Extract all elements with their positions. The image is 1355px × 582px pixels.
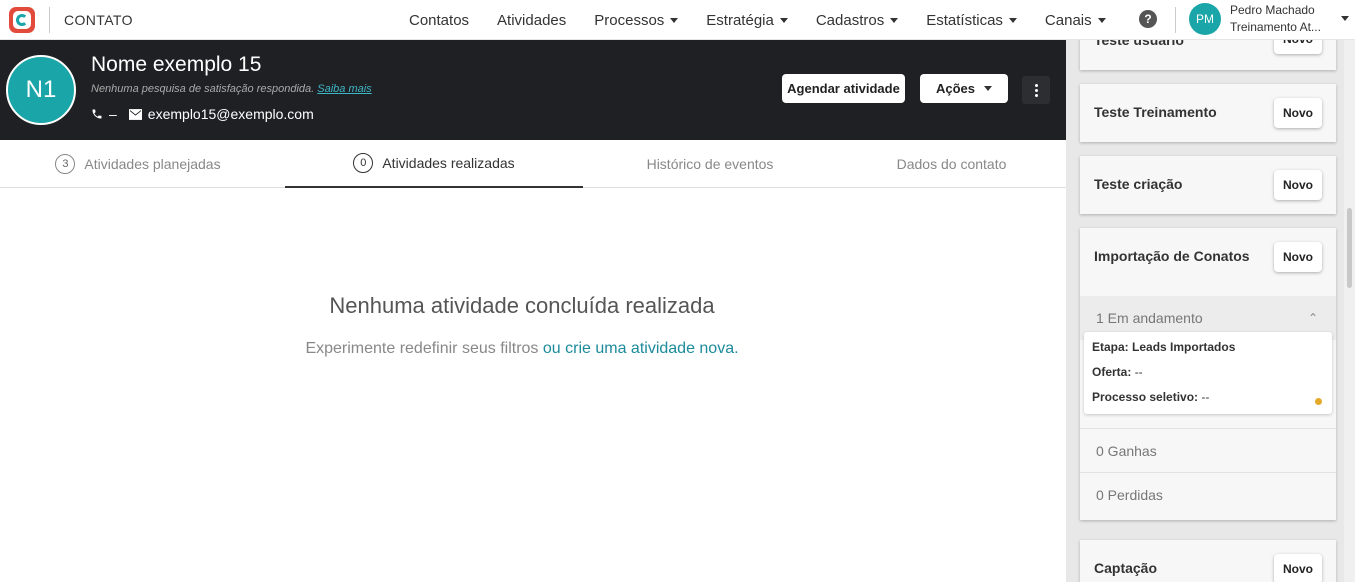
caret-down-icon — [779, 17, 788, 23]
main-nav: Contatos Atividades Processos Estratégia… — [395, 0, 1120, 40]
survey-status: Nenhuma pesquisa de satisfação respondid… — [91, 83, 372, 95]
user-name: Pedro Machado — [1230, 3, 1315, 17]
new-deal-button[interactable]: Novo — [1274, 554, 1322, 582]
create-activity-link[interactable]: ou crie uma atividade nova. — [543, 340, 739, 357]
deal-stage: Etapa: Leads Importados — [1092, 340, 1236, 354]
new-deal-button[interactable]: Novo — [1274, 170, 1322, 200]
survey-learn-more-link[interactable]: Saiba mais — [317, 83, 371, 95]
process-card-title: Captação — [1094, 560, 1158, 576]
actions-dropdown-button[interactable]: Ações — [920, 74, 1008, 103]
caret-down-icon — [890, 17, 899, 23]
divider — [1175, 7, 1176, 33]
tab-count-badge: 3 — [55, 154, 76, 174]
page-section-title: CONTATO — [64, 11, 133, 28]
contact-tabs: 3 Atividades planejadas 0 Atividades rea… — [0, 140, 1066, 188]
process-card: Teste Treinamento Novo — [1080, 84, 1336, 142]
caret-down-icon — [670, 17, 679, 23]
help-icon[interactable]: ? — [1139, 10, 1157, 28]
user-menu[interactable]: Pedro Machado Treinamento At... — [1230, 2, 1321, 36]
contact-name: Nome exemplo 15 — [91, 53, 262, 76]
contact-email: exemplo15@exemplo.com — [147, 106, 314, 122]
more-options-icon[interactable] — [1022, 76, 1050, 104]
schedule-activity-button[interactable]: Agendar atividade — [782, 74, 905, 103]
side-panel-scrollbar[interactable] — [1344, 40, 1355, 582]
process-card: Captação Novo — [1080, 540, 1336, 582]
scrollbar-thumb[interactable] — [1347, 208, 1352, 288]
user-org: Treinamento At... — [1230, 20, 1321, 34]
contact-avatar: N1 — [6, 55, 76, 125]
deal-process: Processo seletivo: -- — [1092, 390, 1210, 404]
process-card-title: Teste usuário — [1094, 40, 1184, 48]
nav-estatisticas[interactable]: Estatísticas — [912, 12, 1031, 29]
user-avatar[interactable]: PM — [1189, 3, 1221, 35]
new-deal-button[interactable]: Novo — [1274, 98, 1322, 128]
process-card-title: Importação de Conatos — [1094, 248, 1250, 264]
nav-contatos[interactable]: Contatos — [395, 12, 483, 29]
empty-state-title: Nenhuma atividade concluída realizada — [329, 293, 715, 318]
won-section[interactable]: 0 Ganhas — [1080, 428, 1336, 472]
contact-info: – exemplo15@exemplo.com — [91, 106, 314, 122]
process-card-title: Teste criação — [1094, 176, 1183, 192]
nav-atividades[interactable]: Atividades — [483, 12, 580, 29]
phone-icon — [92, 109, 102, 119]
tab-planned-activities[interactable]: 3 Atividades planejadas — [0, 140, 276, 188]
nav-estrategia[interactable]: Estratégia — [692, 12, 802, 29]
divider — [49, 6, 50, 33]
caret-down-icon — [1097, 17, 1106, 23]
new-deal-button[interactable]: Novo — [1274, 40, 1322, 54]
deal-offer: Oferta: -- — [1092, 365, 1143, 379]
nav-processos[interactable]: Processos — [580, 12, 692, 29]
deal-card[interactable]: Etapa: Leads Importados Oferta: -- Proce… — [1084, 332, 1332, 414]
nav-canais[interactable]: Canais — [1031, 12, 1120, 29]
deals-side-panel: Teste usuário Novo Teste Treinamento Nov… — [1066, 40, 1355, 582]
caret-down-icon — [1008, 17, 1017, 23]
tab-contact-data[interactable]: Dados do contato — [837, 140, 1066, 188]
app-logo-icon[interactable] — [9, 6, 35, 33]
email-icon — [128, 108, 142, 120]
contact-header: N1 Nome exemplo 15 Nenhuma pesquisa de s… — [0, 40, 1066, 140]
contact-phone: – — [109, 106, 117, 122]
caret-down-icon — [984, 86, 993, 91]
tab-completed-activities[interactable]: 0 Atividades realizadas — [285, 140, 583, 188]
new-deal-button[interactable]: Novo — [1274, 242, 1322, 272]
process-card-title: Teste Treinamento — [1094, 104, 1217, 120]
process-card: Teste criação Novo — [1080, 156, 1336, 214]
nav-cadastros[interactable]: Cadastros — [802, 12, 912, 29]
lost-section[interactable]: 0 Perdidas — [1080, 472, 1336, 516]
process-card-expanded: Importação de Conatos Novo 1 Em andament… — [1080, 228, 1336, 520]
user-menu-caret-icon[interactable] — [1341, 16, 1349, 21]
process-card: Teste usuário Novo — [1080, 40, 1336, 70]
status-dot-icon — [1315, 398, 1322, 405]
empty-state-subtitle: Experimente redefinir seus filtros ou cr… — [305, 340, 739, 357]
tab-event-history[interactable]: Histórico de eventos — [583, 140, 837, 188]
tab-count-badge: 0 — [353, 153, 374, 173]
